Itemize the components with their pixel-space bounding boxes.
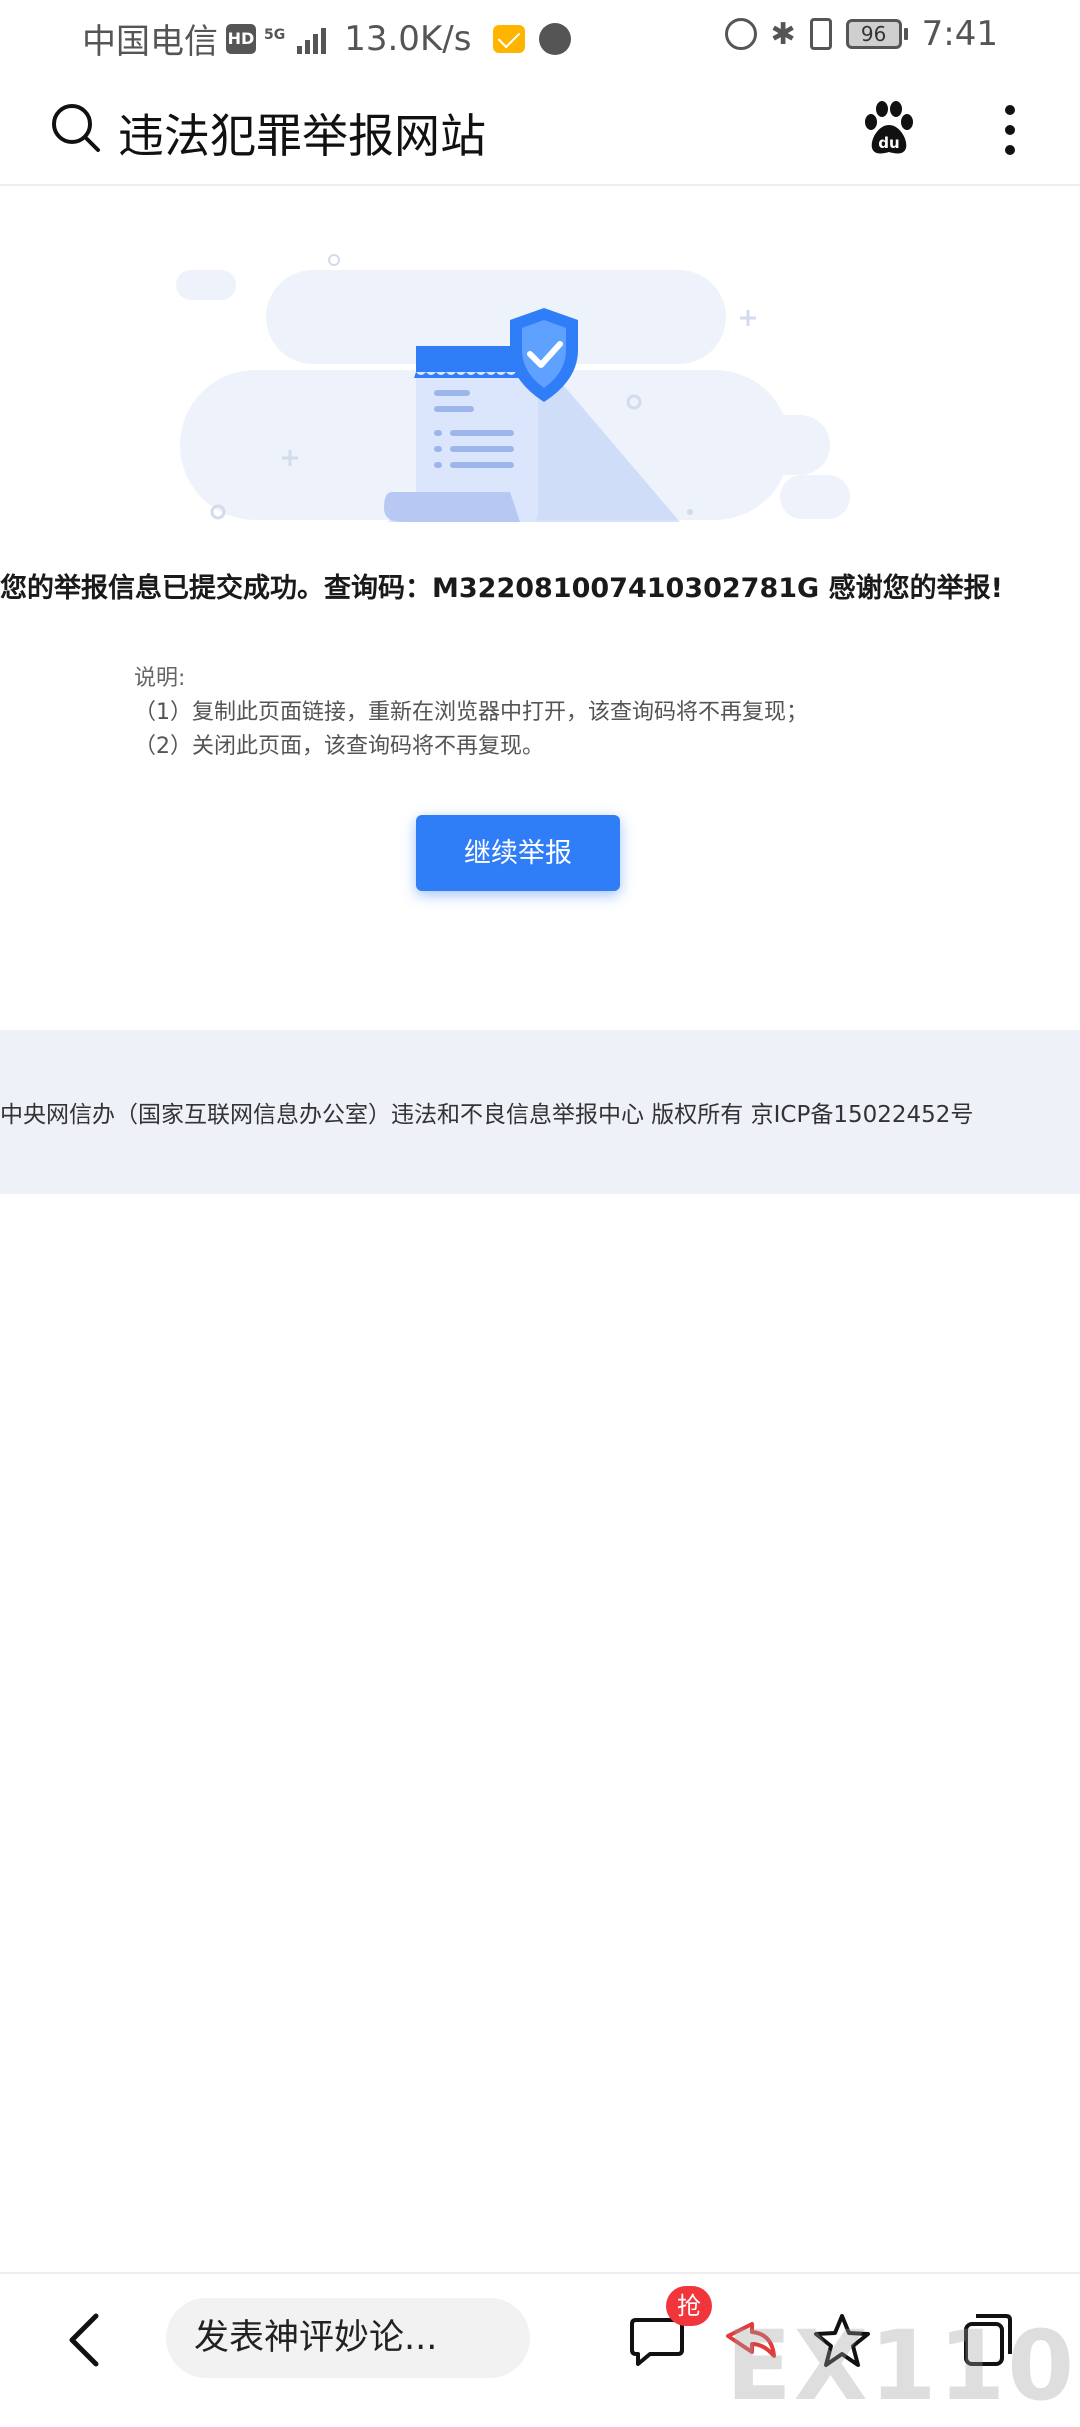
signal-icon	[297, 24, 327, 54]
notes-title: 说明:	[134, 666, 186, 691]
alarm-icon	[724, 18, 757, 50]
continue-report-button[interactable]: 继续举报	[416, 815, 620, 891]
back-icon[interactable]	[62, 2310, 106, 2370]
hd-icon: HD	[226, 23, 256, 54]
clock: 7:41	[921, 14, 998, 54]
browser-bottom-bar: 发表神评妙论... 抢 EX110网	[0, 2272, 1080, 2422]
comment-badge: 抢	[666, 2286, 712, 2326]
watermark: EX110网	[726, 2310, 1080, 2422]
network-type: 5G	[264, 26, 286, 43]
status-right: ✱ 96 7:41	[724, 14, 998, 54]
success-message: 您的举报信息已提交成功。查询码：M322081007410302781G 感谢您…	[0, 573, 1003, 604]
svg-text:du: du	[878, 134, 899, 152]
carrier-label: 中国电信	[82, 22, 218, 62]
footer-copyright: 中央网信办（国家互联网信息办公室）违法和不良信息举报中心 版权所有 京ICP备1…	[0, 1102, 974, 1128]
more-options-icon[interactable]	[998, 102, 1022, 158]
status-bar: 中国电信 HD 5G 13.0K/s ✱ 96 7:41	[0, 0, 1080, 72]
note-item: （1）复制此页面链接，重新在浏览器中打开，该查询码将不再复现；	[134, 700, 808, 725]
comment-input[interactable]: 发表神评妙论...	[166, 2298, 530, 2378]
search-query-title[interactable]: 违法犯罪举报网站	[118, 100, 486, 166]
browser-top-bar: 违法犯罪举报网站 du	[0, 72, 1080, 186]
status-left: 中国电信 HD 5G 13.0K/s	[82, 14, 572, 63]
bluetooth-icon: ✱	[770, 16, 796, 52]
success-illustration	[176, 254, 850, 522]
mail-app-icon	[493, 24, 526, 53]
network-speed: 13.0K/s	[344, 18, 472, 59]
battery-icon: 96	[845, 19, 908, 49]
note-item: （2）关闭此页面，该查询码将不再复现。	[134, 734, 544, 759]
baidu-paw-icon[interactable]: du	[862, 100, 916, 156]
battery-level: 96	[845, 19, 902, 49]
vibrate-icon	[809, 18, 832, 50]
app-notification-icon	[539, 22, 572, 55]
page-footer: 中央网信办（国家互联网信息办公室）违法和不良信息举报中心 版权所有 京ICP备1…	[0, 1030, 1080, 1194]
notes-section: 说明: （1）复制此页面链接，重新在浏览器中打开，该查询码将不再复现； （2）关…	[134, 662, 808, 764]
search-icon[interactable]	[50, 102, 102, 154]
